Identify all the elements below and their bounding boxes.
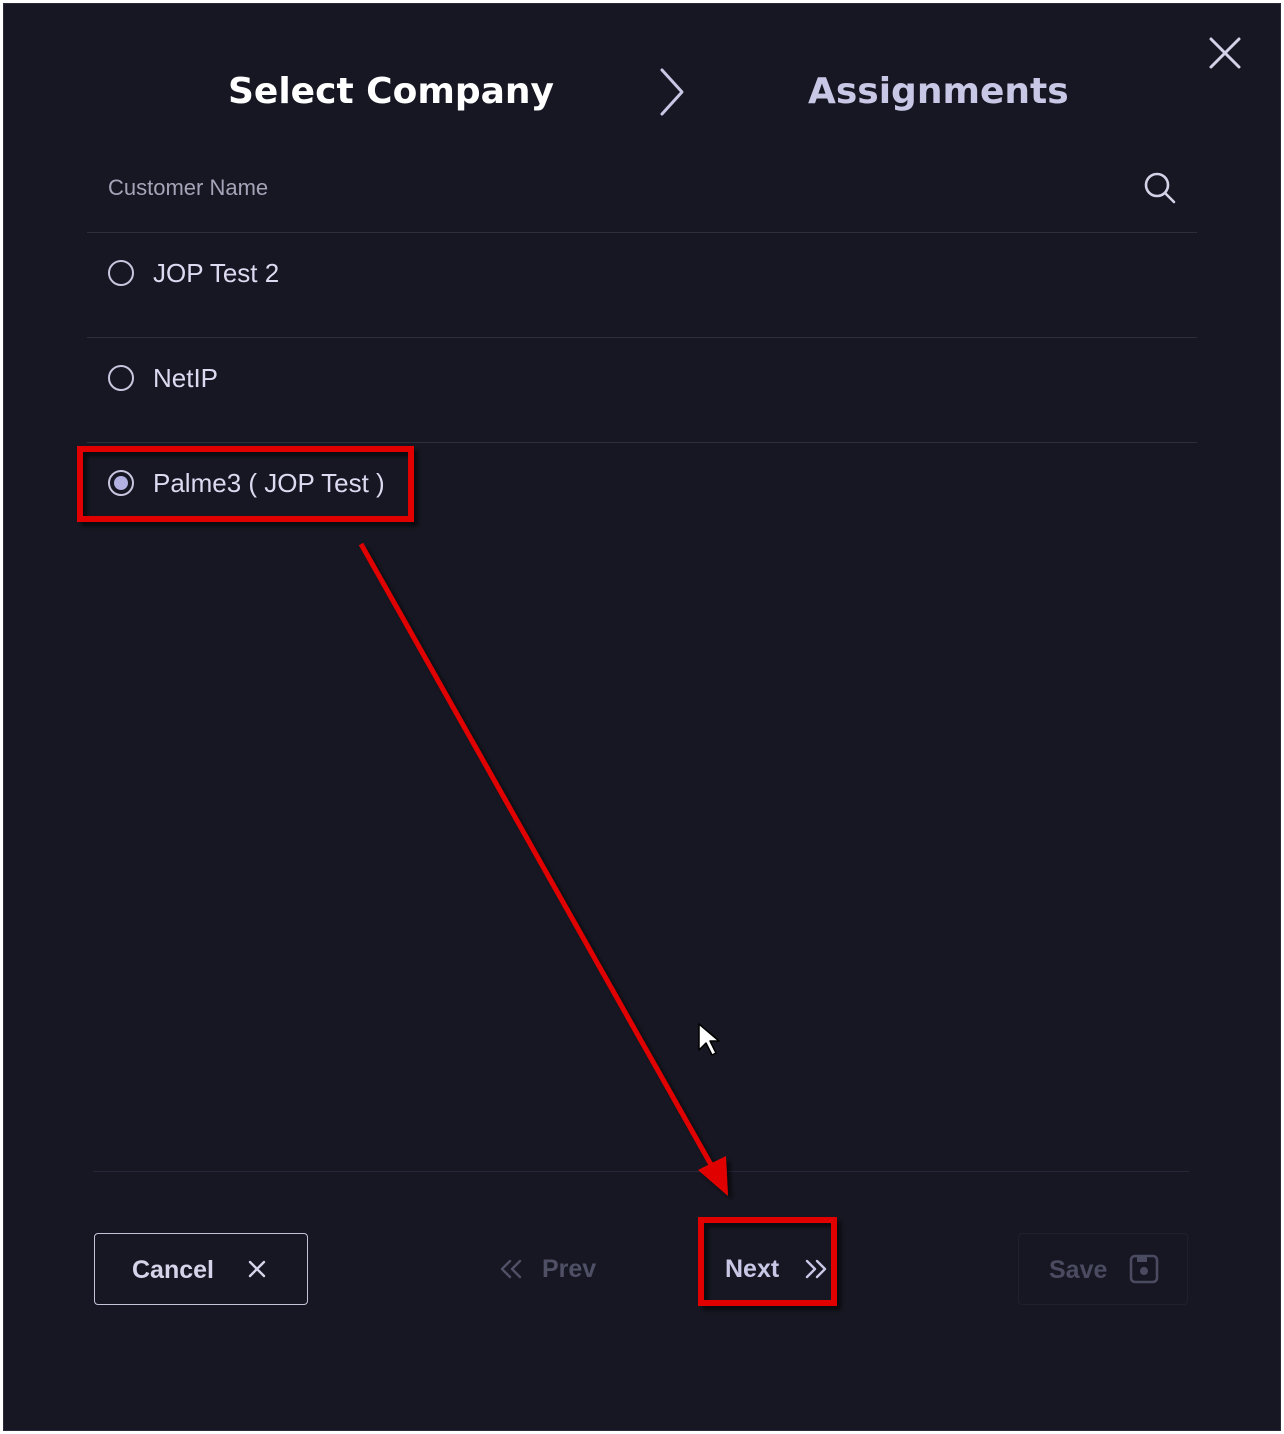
company-label: JOP Test 2	[153, 258, 280, 288]
footer-divider	[93, 1171, 1189, 1172]
step-select-company[interactable]: Select Company	[228, 64, 554, 120]
next-button[interactable]: Next	[711, 1233, 831, 1305]
prev-label: Prev	[542, 1255, 597, 1283]
search-icon[interactable]	[1142, 170, 1178, 206]
customer-search	[87, 156, 1197, 233]
step-assignments[interactable]: Assignments	[808, 64, 1069, 120]
company-label: NetIP	[153, 363, 219, 393]
company-list-item[interactable]: NetIP	[87, 338, 1197, 443]
next-label: Next	[725, 1255, 780, 1283]
double-chevron-right-icon	[805, 1259, 827, 1279]
cancel-button[interactable]: Cancel	[94, 1233, 308, 1305]
company-list-item[interactable]: Palme3 ( JOP Test )	[87, 443, 1197, 547]
save-button[interactable]: Save	[1018, 1233, 1188, 1305]
close-button[interactable]	[1206, 34, 1246, 74]
close-icon	[1209, 37, 1241, 69]
customer-name-search-input[interactable]	[87, 156, 1127, 220]
chevron-right-icon	[660, 68, 684, 116]
company-label: Palme3 ( JOP Test )	[153, 468, 385, 498]
select-company-dialog: Select Company Assignments JOP Test 2 Ne…	[3, 3, 1281, 1431]
save-label: Save	[1049, 1256, 1108, 1284]
company-radio[interactable]	[108, 260, 134, 286]
company-radio-selected[interactable]	[108, 470, 134, 496]
company-radio[interactable]	[108, 365, 134, 391]
cancel-label: Cancel	[132, 1256, 214, 1284]
prev-button[interactable]: Prev	[498, 1233, 618, 1305]
company-list-item[interactable]: JOP Test 2	[87, 233, 1197, 338]
double-chevron-left-icon	[500, 1259, 522, 1279]
close-icon	[248, 1260, 266, 1278]
save-disk-icon	[1129, 1254, 1159, 1284]
